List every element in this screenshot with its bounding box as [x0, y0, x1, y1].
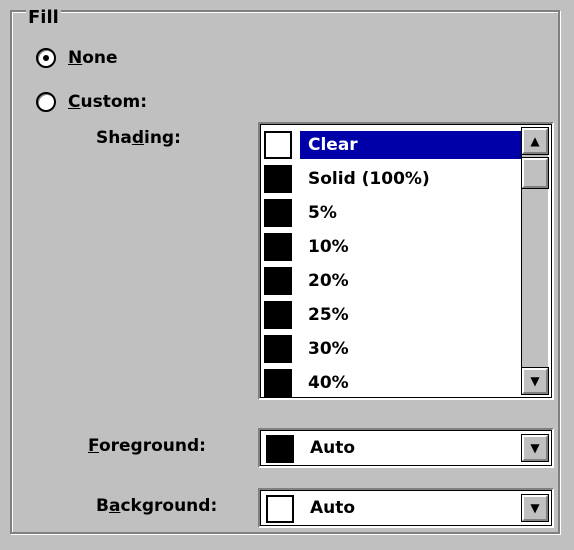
shading-swatch — [264, 165, 292, 193]
background-color-swatch — [266, 495, 294, 523]
scroll-down-arrow-icon[interactable]: ▼ — [521, 367, 549, 395]
scroll-thumb[interactable] — [521, 157, 549, 189]
shading-item-label: Clear — [300, 131, 528, 159]
shading-item-label: 25% — [308, 305, 349, 325]
shading-label: Shading: — [96, 128, 181, 148]
shading-item-label: 10% — [308, 237, 349, 257]
dropdown-arrow-icon[interactable]: ▼ — [521, 434, 549, 462]
shading-swatch — [264, 199, 292, 227]
shading-item-label: 30% — [308, 339, 349, 359]
shading-list-item[interactable]: 40% — [264, 366, 528, 400]
scroll-up-arrow-icon[interactable]: ▲ — [521, 127, 549, 155]
custom-radio[interactable]: Custom: — [36, 90, 147, 114]
radio-checked-icon[interactable] — [36, 48, 56, 68]
shading-swatch — [264, 233, 292, 261]
shading-swatch — [264, 301, 292, 329]
fill-group-title: Fill — [26, 7, 61, 28]
radio-unchecked-icon[interactable] — [36, 92, 56, 112]
shading-item-label: 40% — [308, 373, 349, 393]
background-value: Auto — [310, 498, 356, 518]
shading-list-item[interactable]: 10% — [264, 230, 528, 264]
shading-swatch — [264, 131, 292, 159]
shading-item-label: 20% — [308, 271, 349, 291]
foreground-value: Auto — [310, 438, 356, 458]
none-radio[interactable]: None — [36, 46, 118, 70]
shading-item-label: 5% — [308, 203, 337, 223]
shading-list-item[interactable]: Solid (100%) — [264, 162, 528, 196]
shading-swatch — [264, 369, 292, 397]
shading-list-item[interactable]: 25% — [264, 298, 528, 332]
shading-list-item[interactable]: 20% — [264, 264, 528, 298]
foreground-color-swatch — [266, 435, 294, 463]
shading-list-item[interactable]: 5% — [264, 196, 528, 230]
foreground-dropdown[interactable]: Auto ▼ — [258, 428, 554, 468]
shading-listbox[interactable]: Clear Solid (100%) 5% 10% 20% 25% 30% 40% ▲ ▼ — [258, 122, 554, 400]
background-dropdown[interactable]: Auto ▼ — [258, 488, 554, 528]
dropdown-arrow-icon[interactable]: ▼ — [521, 494, 549, 522]
shading-swatch — [264, 267, 292, 295]
none-radio-label: None — [68, 48, 118, 68]
shading-swatch — [264, 335, 292, 363]
background-label: Background: — [96, 496, 218, 516]
shading-list-item[interactable]: 30% — [264, 332, 528, 366]
shading-list-item[interactable]: Clear — [264, 128, 528, 162]
shading-item-label: Solid (100%) — [308, 169, 430, 189]
foreground-label: Foreground: — [88, 436, 206, 456]
shading-scrollbar[interactable]: ▲ ▼ — [521, 127, 549, 395]
custom-radio-label: Custom: — [68, 92, 148, 112]
